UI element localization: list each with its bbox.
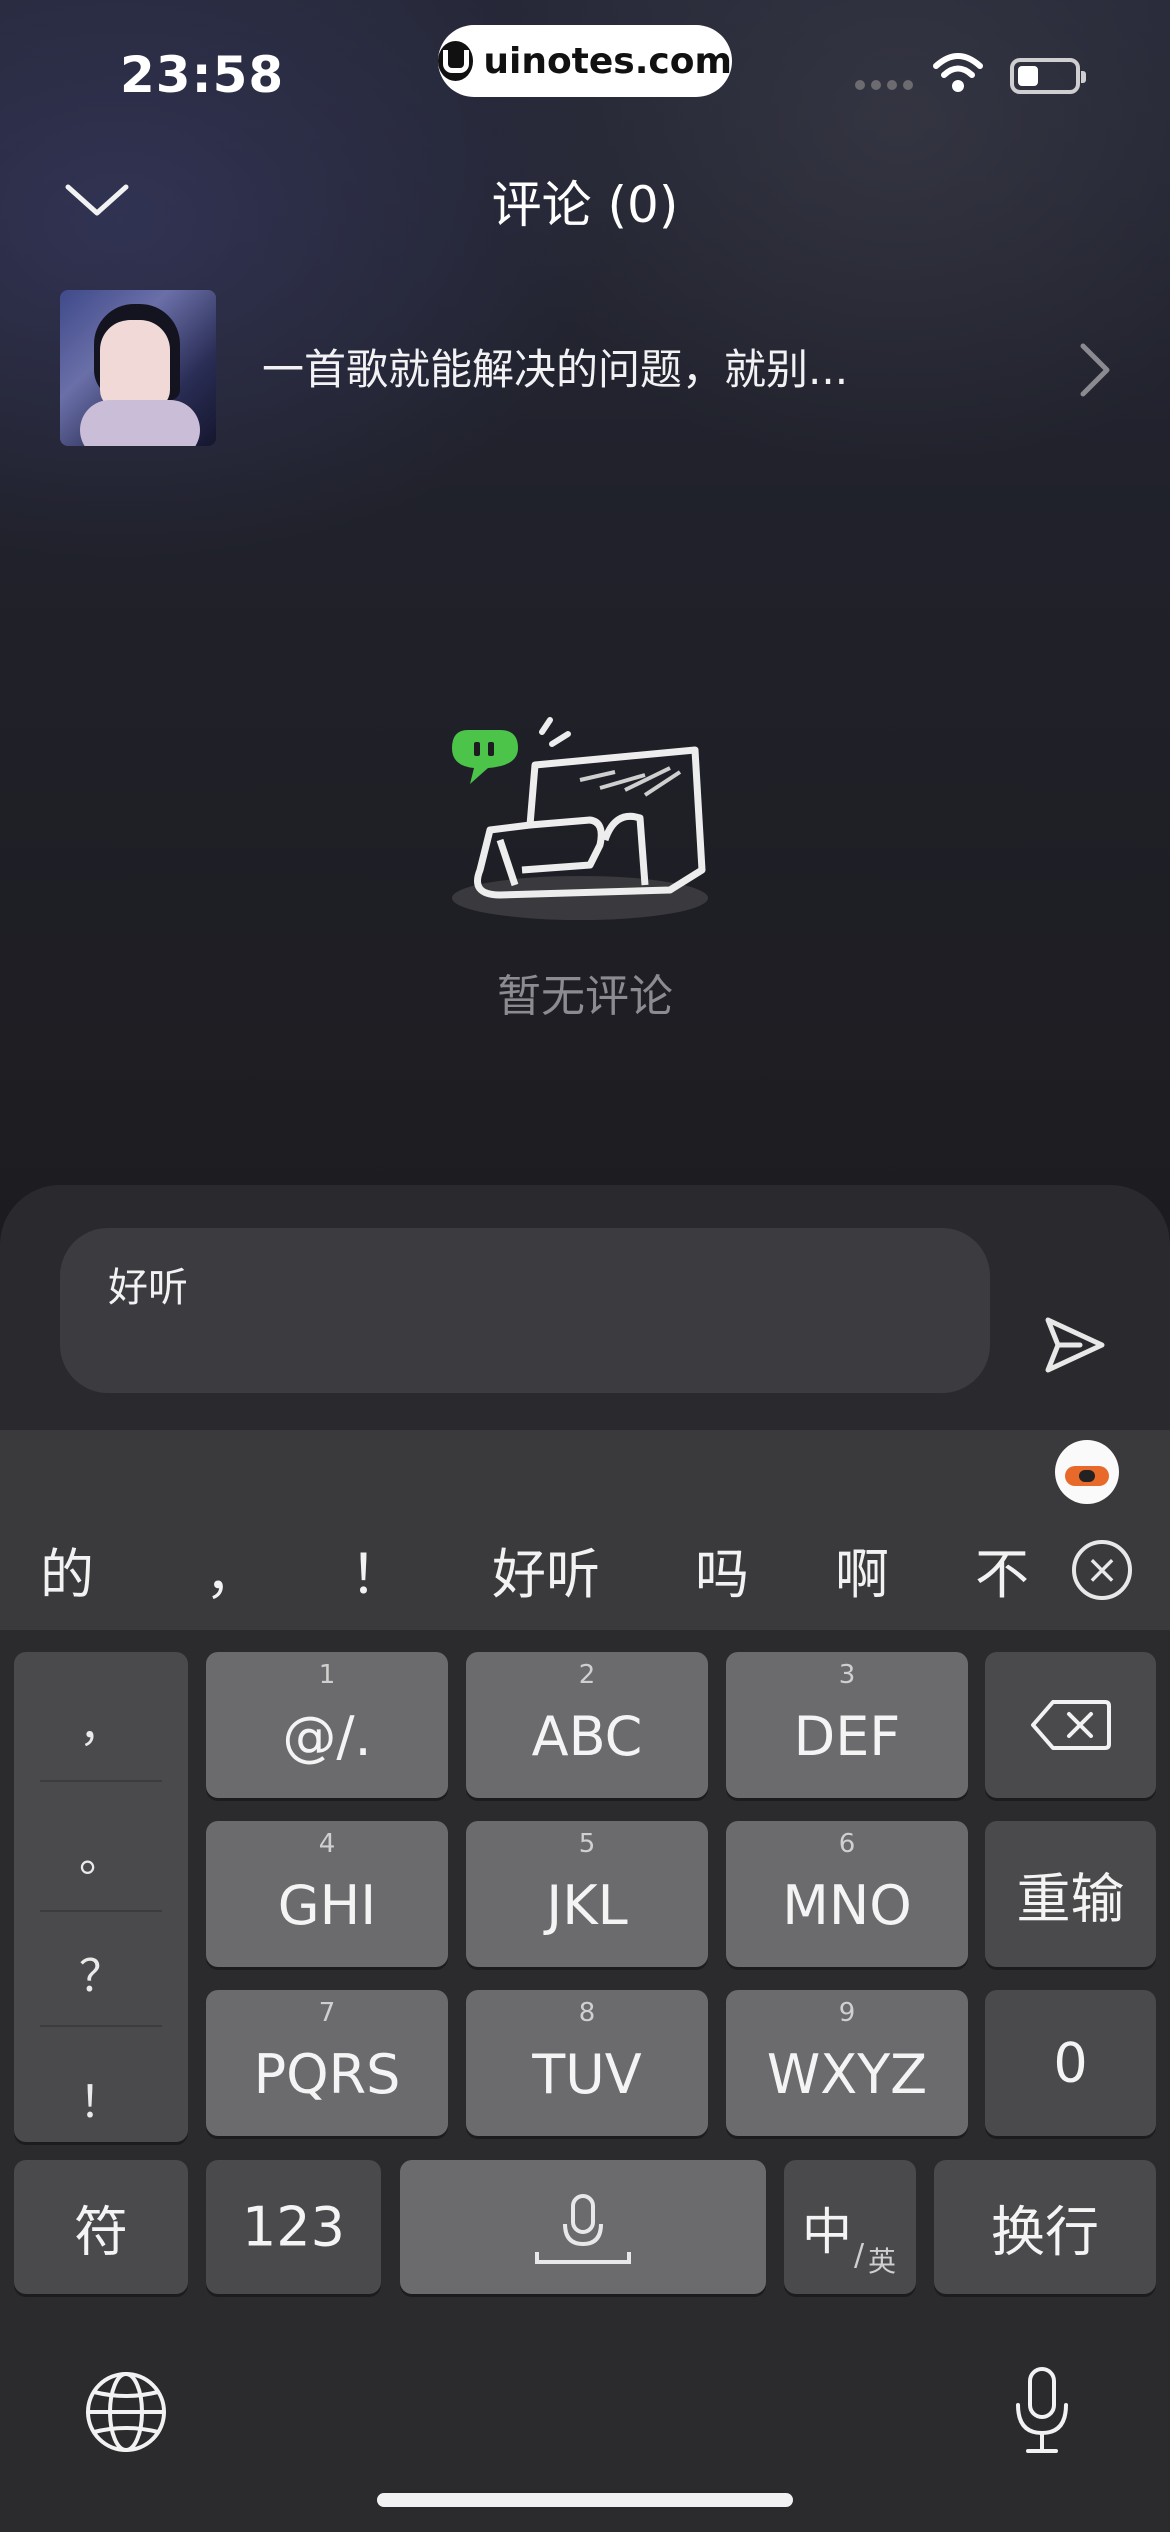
space-key[interactable] bbox=[400, 2160, 766, 2294]
cellular-signal-icon bbox=[855, 80, 913, 90]
punct-key[interactable]: ， bbox=[14, 1690, 188, 1754]
candidate-word[interactable]: 吗 bbox=[695, 1530, 749, 1609]
key-6[interactable]: 6 MNO bbox=[726, 1821, 968, 1967]
key-1[interactable]: 1 @/. bbox=[206, 1652, 448, 1798]
ime-mascot-icon[interactable] bbox=[1055, 1440, 1119, 1504]
empty-comments-illustration bbox=[452, 717, 708, 920]
newline-key[interactable]: 换行 bbox=[934, 2160, 1156, 2294]
watermark-text: uinotes.com bbox=[483, 40, 732, 82]
punct-key[interactable]: ？ bbox=[14, 1940, 188, 2004]
key-9[interactable]: 9 WXYZ bbox=[726, 1990, 968, 2136]
candidate-word[interactable]: 啊 bbox=[835, 1530, 889, 1609]
status-time: 23:58 bbox=[120, 46, 285, 104]
reset-key[interactable]: 重输 bbox=[985, 1821, 1156, 1967]
microphone-icon bbox=[535, 2194, 631, 2264]
delete-key[interactable] bbox=[985, 1652, 1156, 1798]
key-3[interactable]: 3 DEF bbox=[726, 1652, 968, 1798]
candidate-word[interactable]: 好听 bbox=[492, 1530, 600, 1609]
battery-icon bbox=[1010, 58, 1086, 94]
candidate-word[interactable]: ！ bbox=[350, 1530, 404, 1609]
wifi-icon bbox=[933, 53, 983, 92]
watermark-logo-icon bbox=[438, 41, 474, 81]
language-toggle-key[interactable]: 中 / 英 bbox=[784, 2160, 916, 2294]
globe-icon[interactable] bbox=[84, 2370, 168, 2454]
backspace-icon bbox=[1031, 1700, 1111, 1750]
song-title[interactable]: 一首歌就能解决的问题，就别... bbox=[262, 336, 848, 397]
home-indicator bbox=[377, 2493, 793, 2507]
watermark-badge: uinotes.com bbox=[438, 25, 732, 97]
chevron-right-icon[interactable] bbox=[1075, 340, 1115, 400]
numbers-key[interactable]: 123 bbox=[206, 2160, 381, 2294]
punct-key[interactable]: 。 bbox=[14, 1820, 188, 1884]
empty-state-text: 暂无评论 bbox=[497, 971, 673, 1022]
comment-input[interactable] bbox=[60, 1228, 990, 1393]
microphone-icon[interactable] bbox=[1010, 2365, 1074, 2457]
album-cover[interactable] bbox=[60, 290, 216, 446]
close-icon[interactable]: × bbox=[1072, 1540, 1132, 1600]
symbols-key[interactable]: 符 bbox=[14, 2160, 188, 2294]
key-0[interactable]: 0 bbox=[985, 1990, 1156, 2136]
key-5[interactable]: 5 JKL bbox=[466, 1821, 708, 1967]
comment-input-text[interactable]: 好听 bbox=[108, 1255, 188, 1313]
key-8[interactable]: 8 TUV bbox=[466, 1990, 708, 2136]
page-title: 评论 (0) bbox=[491, 176, 679, 234]
key-4[interactable]: 4 GHI bbox=[206, 1821, 448, 1967]
key-2[interactable]: 2 ABC bbox=[466, 1652, 708, 1798]
key-7[interactable]: 7 PQRS bbox=[206, 1990, 448, 2136]
punct-key[interactable]: ！ bbox=[14, 2066, 188, 2130]
divider bbox=[40, 1910, 162, 1912]
divider bbox=[40, 2025, 162, 2027]
candidate-word[interactable]: 的 bbox=[40, 1530, 94, 1609]
divider bbox=[40, 1780, 162, 1782]
candidate-word[interactable]: ， bbox=[205, 1530, 259, 1609]
candidate-word[interactable]: 不 bbox=[975, 1530, 1029, 1609]
send-icon[interactable] bbox=[1040, 1310, 1110, 1380]
